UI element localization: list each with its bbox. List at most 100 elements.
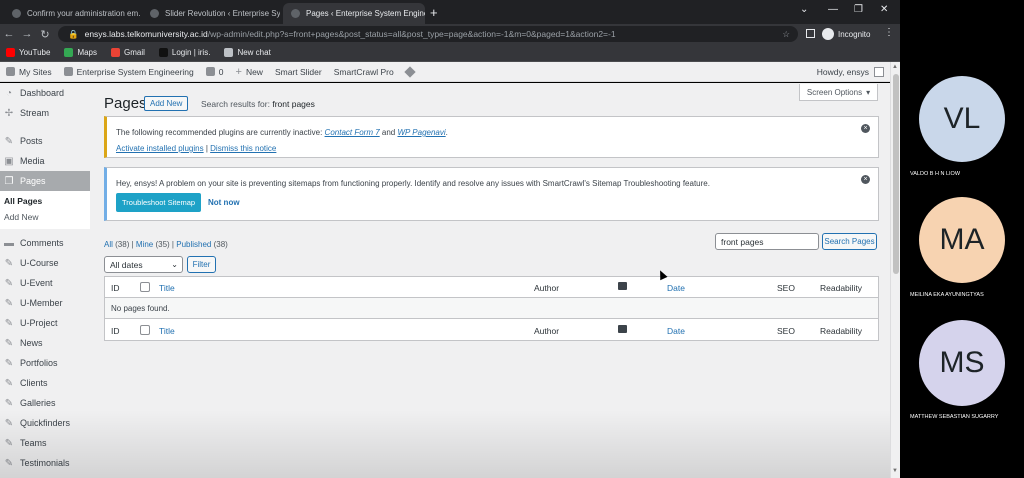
browser-menu-icon[interactable]: ⋮	[884, 27, 894, 38]
column-title[interactable]: Title	[159, 326, 175, 336]
submenu-all-pages[interactable]: All Pages	[0, 193, 90, 209]
browser-tab[interactable]: Slider Revolution ‹ Enterprise Sys… ✕	[142, 3, 280, 24]
stream-icon: ✢	[4, 107, 14, 119]
table-footer-row: ID Title Author Date SEO Readability	[105, 320, 878, 341]
page-scrollbar[interactable]: ▲ ▼	[890, 62, 900, 478]
youtube-icon	[6, 48, 15, 57]
caret-down-icon: ▾	[866, 87, 871, 97]
view-published-link[interactable]: Published	[176, 240, 211, 249]
sidebar-item-pages[interactable]: ❐ Pages	[0, 171, 90, 191]
add-new-button[interactable]: Add New	[144, 96, 189, 111]
pin-icon: ✎	[4, 417, 14, 429]
participant-tile[interactable]: VL VALDO B H N LIOW	[900, 62, 1024, 180]
incognito-indicator[interactable]: Incognito	[822, 28, 870, 40]
restore-icon[interactable]: ❐	[854, 4, 863, 15]
url-field[interactable]: 🔒 ensys.labs.telkomuniversity.ac.id/wp-a…	[58, 26, 798, 42]
column-date[interactable]: Date	[667, 326, 685, 336]
close-window-icon[interactable]: ✕	[880, 4, 888, 15]
scroll-up-icon[interactable]: ▲	[892, 64, 898, 70]
smart-slider-menu[interactable]: Smart Slider	[269, 62, 328, 82]
home-icon	[63, 67, 73, 76]
comments-menu[interactable]: 0	[200, 62, 230, 82]
my-sites-menu[interactable]: My Sites	[0, 62, 58, 82]
date-filter-select[interactable]: All dates ⌄	[104, 256, 183, 273]
view-all-link[interactable]: All	[104, 240, 113, 249]
sidebar-item-u-course[interactable]: ✎ U-Course	[0, 253, 90, 273]
smartcrawl-menu[interactable]: SmartCrawl Pro	[328, 62, 400, 82]
search-input[interactable]: front pages	[715, 233, 819, 250]
activate-plugins-link[interactable]: Activate installed plugins	[116, 144, 204, 153]
not-now-button[interactable]: Not now	[208, 198, 240, 207]
sidebar-item-media[interactable]: ▣ Media	[0, 151, 90, 171]
sidebar-item-galleries[interactable]: ✎ Galleries	[0, 393, 90, 413]
column-seo: SEO	[777, 283, 795, 293]
minimize-icon[interactable]: —	[828, 4, 838, 15]
bookmark-youtube[interactable]: YouTube	[6, 48, 50, 57]
sidebar-item-quickfinders[interactable]: ✎ Quickfinders	[0, 413, 90, 433]
bookmark-star-icon[interactable]: ☆	[782, 29, 790, 40]
select-all-checkbox[interactable]	[140, 282, 150, 292]
close-icon[interactable]: ×	[861, 124, 870, 133]
bookmark-gmail[interactable]: Gmail	[111, 48, 145, 57]
forward-icon[interactable]: →	[18, 28, 36, 40]
column-title[interactable]: Title	[159, 283, 175, 293]
sidebar-item-news[interactable]: ✎ News	[0, 333, 90, 353]
column-date[interactable]: Date	[667, 283, 685, 293]
reload-icon[interactable]: ↻	[36, 28, 54, 41]
sidebar-icon[interactable]	[806, 29, 815, 38]
account-menu[interactable]: Howdy, ensys	[817, 62, 884, 82]
bookmark-login[interactable]: Login | iris.	[158, 48, 210, 57]
bookmark-maps[interactable]: Maps	[64, 48, 97, 57]
comments-column-icon[interactable]	[618, 282, 627, 290]
participant-tile[interactable]: MS MATTHEW SEBASTIAN SUGARRY	[900, 305, 1024, 423]
screen-options-label: Screen Options	[806, 87, 863, 97]
my-sites-label: My Sites	[19, 66, 52, 77]
screen: Confirm your administration em… ✕ Slider…	[0, 0, 1024, 478]
back-icon[interactable]: ←	[0, 28, 18, 40]
troubleshoot-sitemap-button[interactable]: Troubleshoot Sitemap	[116, 193, 202, 212]
sidebar-item-clients[interactable]: ✎ Clients	[0, 373, 90, 393]
gmail-icon	[111, 48, 120, 57]
tab-search-icon[interactable]: ⌄	[800, 4, 808, 15]
bookmark-new-chat[interactable]: New chat	[224, 48, 271, 57]
sidebar-item-u-event[interactable]: ✎ U-Event	[0, 273, 90, 293]
sidebar-item-testimonials[interactable]: ✎ Testimonials	[0, 453, 90, 473]
submenu-add-new[interactable]: Add New	[0, 209, 90, 225]
column-seo: SEO	[777, 326, 795, 336]
sidebar-item-u-member[interactable]: ✎ U-Member	[0, 293, 90, 313]
sidebar-item-stream[interactable]: ✢ Stream	[0, 103, 90, 123]
plus-icon: +	[235, 65, 242, 78]
new-tab-icon[interactable]: +	[430, 5, 438, 20]
participant-tile[interactable]: MA MEILINA EKA AYUNINGTYAS	[900, 182, 1024, 300]
sidebar-item-u-project[interactable]: ✎ U-Project	[0, 313, 90, 333]
contact-form-link[interactable]: Contact Form 7	[325, 128, 380, 137]
sidebar-item-posts[interactable]: ✎ Posts	[0, 131, 90, 151]
column-id[interactable]: ID	[111, 326, 120, 336]
dismiss-notice-link[interactable]: Dismiss this notice	[210, 144, 276, 153]
media-icon: ▣	[4, 155, 14, 167]
column-readability: Readability	[820, 283, 863, 293]
sidebar-item-comments[interactable]: ▬ Comments	[0, 233, 90, 253]
diamond-menu[interactable]	[400, 62, 420, 82]
view-mine-link[interactable]: Mine	[136, 240, 153, 249]
sidebar-item-label: Comments	[20, 238, 64, 248]
column-id[interactable]: ID	[111, 283, 120, 293]
filter-button[interactable]: Filter	[187, 256, 216, 273]
wp-pagenavi-link[interactable]: WP Pagenavi	[397, 128, 445, 137]
select-all-checkbox[interactable]	[140, 325, 150, 335]
close-icon[interactable]: ×	[861, 175, 870, 184]
sidebar-item-dashboard[interactable]: ◔ Dashboard	[0, 83, 90, 103]
scroll-down-icon[interactable]: ▼	[892, 468, 898, 474]
comments-column-icon[interactable]	[618, 325, 627, 333]
column-author: Author	[534, 283, 560, 293]
screen-options-button[interactable]: Screen Options ▾	[799, 84, 878, 101]
browser-tab[interactable]: Confirm your administration em… ✕	[4, 3, 140, 24]
search-pages-button[interactable]: Search Pages	[822, 233, 877, 250]
scroll-thumb[interactable]	[893, 74, 899, 274]
site-name-menu[interactable]: Enterprise System Engineering	[58, 62, 200, 82]
new-content-menu[interactable]: + New	[230, 62, 269, 82]
sidebar-item-teams[interactable]: ✎ Teams	[0, 433, 90, 453]
pin-icon: ✎	[4, 397, 14, 409]
browser-tab-active[interactable]: Pages ‹ Enterprise System Engine… ✕	[283, 3, 425, 24]
sidebar-item-portfolios[interactable]: ✎ Portfolios	[0, 353, 90, 373]
